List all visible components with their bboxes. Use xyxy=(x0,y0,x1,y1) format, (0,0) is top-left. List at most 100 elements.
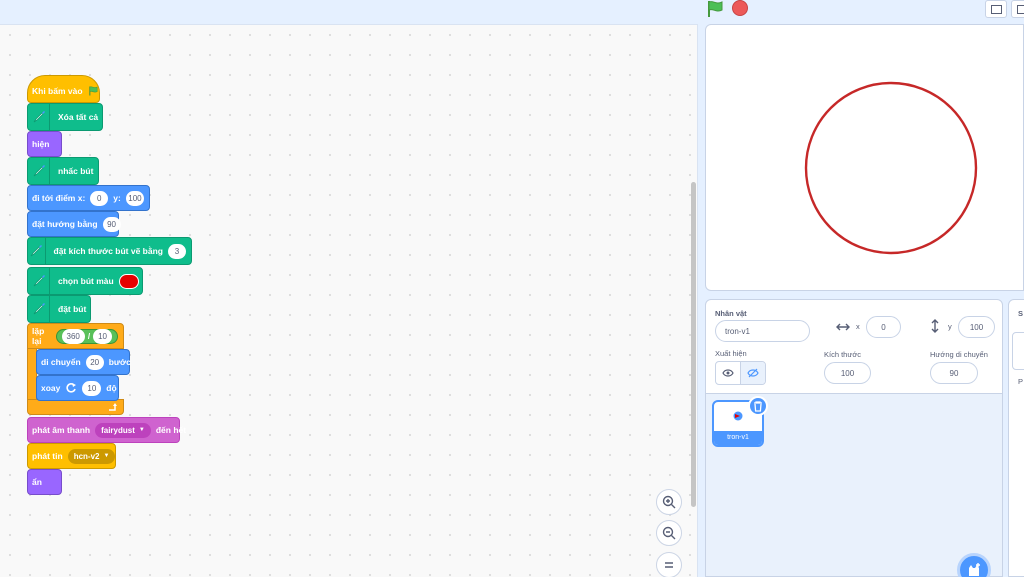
pen-up-block[interactable]: nhấc bút xyxy=(27,157,99,185)
block-label: Khi bấm vào xyxy=(32,86,83,96)
visibility-toggle[interactable] xyxy=(715,361,766,385)
backdrop-panel[interactable]: S P xyxy=(1008,299,1024,577)
eye-icon xyxy=(722,369,734,377)
pen-icon xyxy=(28,268,50,294)
block-label: đến hết xyxy=(155,425,187,435)
broadcast-name: hcn-v2 xyxy=(73,451,100,461)
chevron-down-icon: ▼ xyxy=(138,427,145,433)
small-stage-button[interactable] xyxy=(985,0,1007,18)
set-pen-color-block[interactable]: chọn bút màu xyxy=(27,267,143,295)
goto-y-input[interactable]: 100 xyxy=(125,190,144,206)
goto-xy-block[interactable]: đi tới điểm x: 0 y: 100 xyxy=(27,185,150,211)
block-label: phát tin xyxy=(32,451,63,461)
block-label: độ xyxy=(106,383,117,393)
sprite-list: tron-v1 xyxy=(705,394,1003,577)
backdrop-caption: P xyxy=(1018,377,1024,386)
operator-label: / xyxy=(87,331,91,341)
block-label: đi tới điểm x: xyxy=(32,193,86,203)
loop-arrow-icon xyxy=(109,403,117,411)
move-steps-input[interactable]: 20 xyxy=(85,354,104,370)
stage-canvas[interactable] xyxy=(706,25,1023,290)
large-stage-button[interactable] xyxy=(1011,0,1024,18)
block-label: ẩn xyxy=(32,477,42,487)
sound-dropdown[interactable]: fairydust ▼ xyxy=(95,422,151,438)
stop-button[interactable] xyxy=(732,0,748,16)
turn-right-block[interactable]: xoay 10 độ xyxy=(36,375,119,401)
repeat-block-header[interactable]: lặp lại 360 / 10 xyxy=(27,323,124,349)
block-label: đặt hướng bằng xyxy=(32,219,98,229)
zoom-in-button[interactable] xyxy=(656,489,682,515)
backdrop-label: S xyxy=(1018,309,1024,318)
drawn-circle xyxy=(804,81,978,255)
zoom-reset-icon xyxy=(665,562,673,568)
goto-x-input[interactable]: 0 xyxy=(90,190,109,206)
stage[interactable] xyxy=(705,24,1024,291)
pen-icon xyxy=(28,238,46,264)
y-label: y xyxy=(948,322,952,331)
green-flag-button[interactable] xyxy=(704,0,726,18)
pen-icon xyxy=(28,296,50,322)
repeat-a-input[interactable]: 360 xyxy=(61,328,85,344)
show-block[interactable]: hiện xyxy=(27,131,62,157)
chevron-down-icon: ▼ xyxy=(103,453,110,459)
sound-name: fairydust xyxy=(101,425,135,435)
y-input[interactable]: 100 xyxy=(958,316,995,338)
pen-color-swatch[interactable] xyxy=(118,273,139,289)
trash-icon xyxy=(754,400,762,412)
block-label: đặt bút xyxy=(58,304,87,314)
play-sound-until-done-block[interactable]: phát âm thanh fairydust ▼ đến hết xyxy=(27,417,186,443)
direction-input[interactable]: 90 xyxy=(102,216,121,232)
green-flag-icon xyxy=(708,1,723,17)
sprite-label: Nhân vật xyxy=(715,309,747,318)
direction-input[interactable]: 90 xyxy=(930,362,978,384)
pen-clear-block[interactable]: Xóa tất cả xyxy=(27,103,103,131)
code-area-scrollbar[interactable] xyxy=(691,182,696,507)
x-input[interactable]: 0 xyxy=(866,316,901,338)
green-flag-icon xyxy=(88,86,98,96)
zoom-out-icon xyxy=(662,526,676,540)
large-stage-icon xyxy=(1017,5,1024,14)
broadcast-dropdown[interactable]: hcn-v2 ▼ xyxy=(67,448,116,464)
sprite-tile-name: tron-v1 xyxy=(714,431,762,445)
block-label: di chuyển xyxy=(41,357,81,367)
broadcast-block[interactable]: phát tin hcn-v2 ▼ xyxy=(27,443,116,469)
pen-down-block[interactable]: đặt bút xyxy=(27,295,91,323)
hide-block[interactable]: ẩn xyxy=(27,469,62,495)
point-direction-block[interactable]: đặt hướng bằng 90 xyxy=(27,211,121,237)
pen-icon xyxy=(28,104,50,130)
backdrop-thumbnail[interactable] xyxy=(1012,332,1024,370)
size-input[interactable]: 100 xyxy=(824,362,871,384)
zoom-in-icon xyxy=(662,495,676,509)
show-sprite-button[interactable] xyxy=(716,362,741,384)
direction-label: Hướng di chuyển xyxy=(930,350,988,359)
set-pen-size-block[interactable]: đặt kích thước bút vẽ bằng 3 xyxy=(27,237,192,265)
sprite-name-input[interactable]: tron-v1 xyxy=(715,320,810,342)
zoom-reset-button[interactable] xyxy=(656,552,682,577)
pen-icon xyxy=(28,158,50,184)
hide-sprite-button[interactable] xyxy=(741,362,765,384)
block-label: xoay xyxy=(41,383,61,393)
show-label: Xuất hiện xyxy=(715,349,747,358)
code-area[interactable]: Khi bấm vào Xóa tất cả hiện nhấc bút đi … xyxy=(0,24,698,577)
block-label: phát âm thanh xyxy=(32,425,91,435)
turn-degrees-input[interactable]: 10 xyxy=(82,380,102,396)
rotate-right-icon xyxy=(66,383,77,393)
zoom-out-button[interactable] xyxy=(656,520,682,546)
small-stage-icon xyxy=(991,5,1002,14)
sprite-info-panel: Nhân vật tron-v1 x 0 y 100 Xuất hiện Kíc… xyxy=(705,299,1003,394)
when-flag-clicked-block[interactable]: Khi bấm vào xyxy=(27,75,100,103)
repeat-block-footer[interactable] xyxy=(27,399,124,415)
block-label: nhấc bút xyxy=(58,166,94,176)
block-label: hiện xyxy=(32,139,50,149)
eye-off-icon xyxy=(747,368,759,378)
divide-operator[interactable]: 360 / 10 xyxy=(55,328,118,344)
move-steps-block[interactable]: di chuyển 20 bước xyxy=(36,349,131,375)
block-label: lặp lại xyxy=(32,326,45,346)
pen-size-input[interactable]: 3 xyxy=(168,243,186,259)
x-label: x xyxy=(856,322,860,331)
add-sprite-icon xyxy=(969,563,980,576)
block-label: bước xyxy=(108,357,131,367)
delete-sprite-button[interactable] xyxy=(748,396,768,416)
repeat-b-input[interactable]: 10 xyxy=(93,328,112,344)
block-label: đặt kích thước bút vẽ bằng xyxy=(53,246,164,256)
